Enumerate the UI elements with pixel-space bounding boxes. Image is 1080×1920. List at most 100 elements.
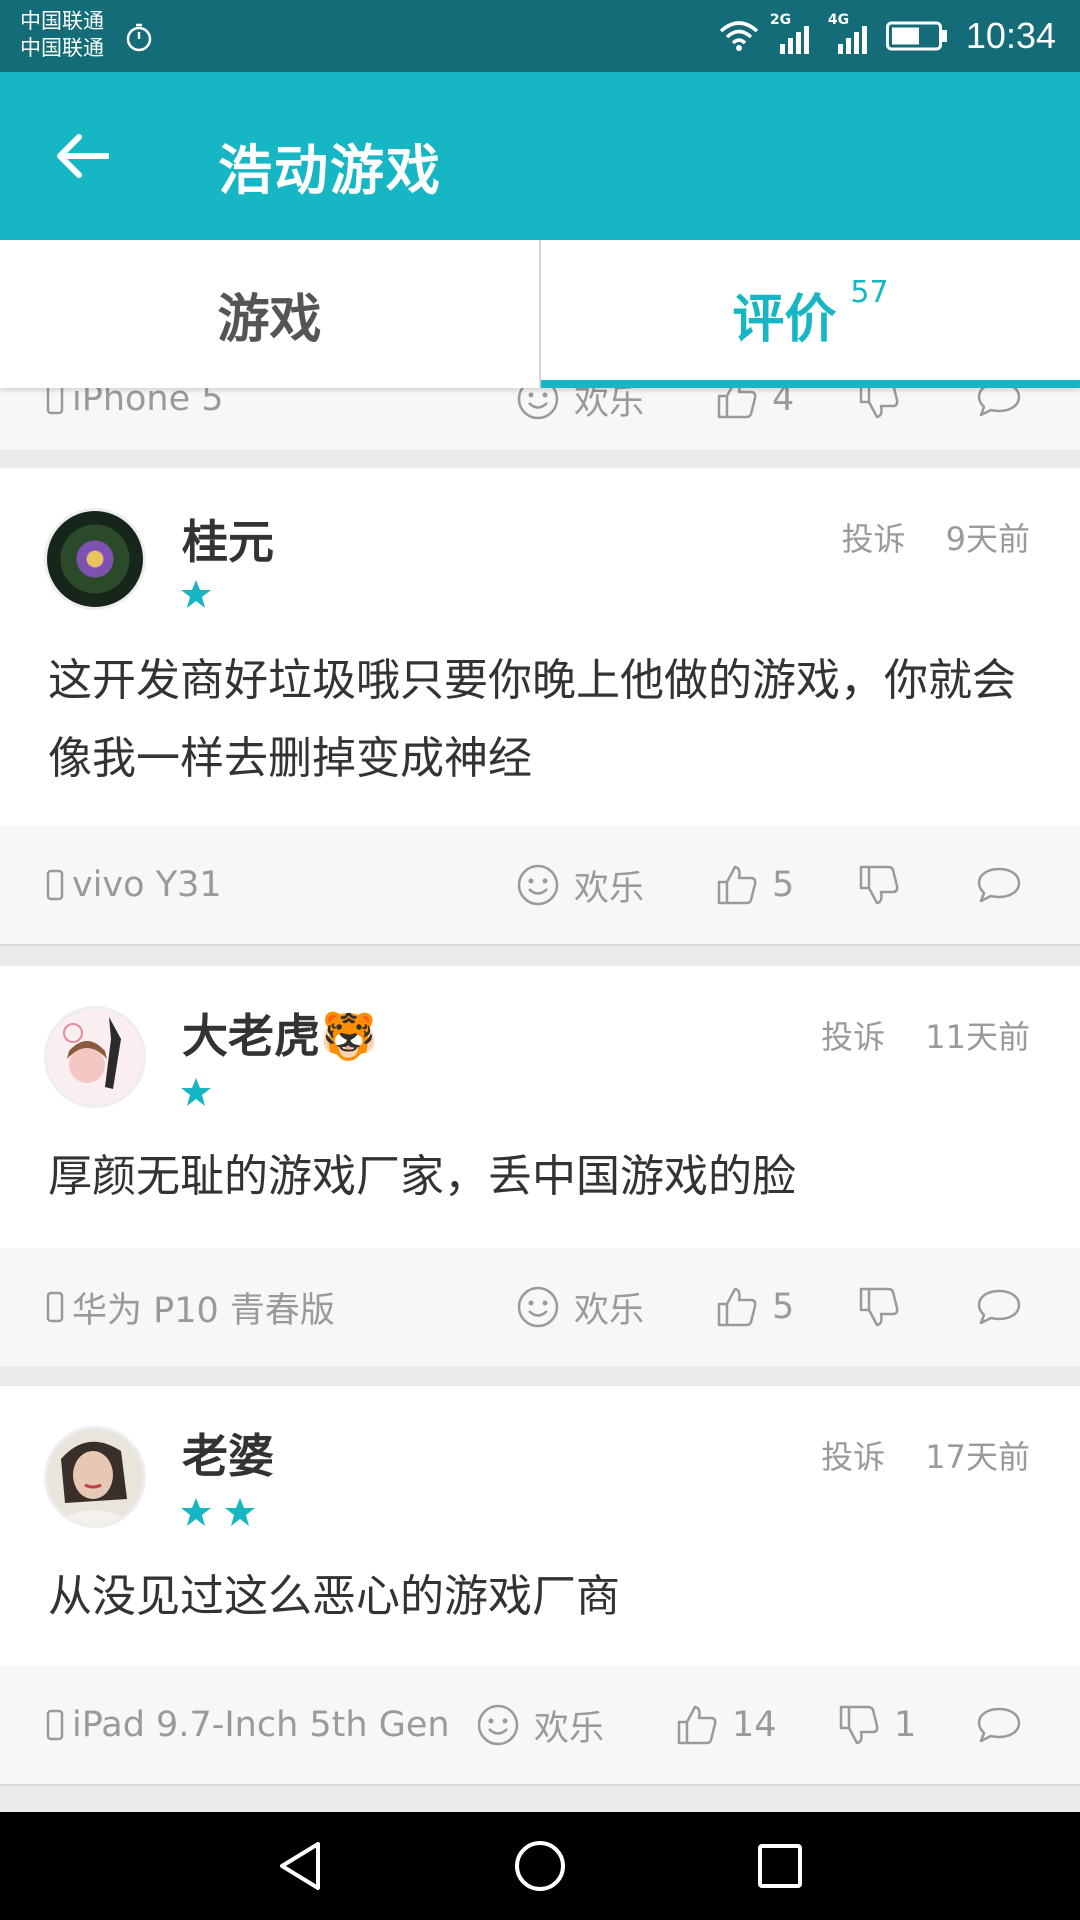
report-link[interactable]: 投诉 — [821, 1438, 885, 1476]
carrier-1: 中国联通 — [20, 9, 104, 33]
circle-home-icon — [515, 1841, 565, 1891]
star-icon — [181, 1078, 211, 1106]
tab-bar: 游戏 评价 57 — [0, 240, 1080, 388]
report-link[interactable]: 投诉 — [821, 1018, 885, 1056]
avatar[interactable] — [44, 1006, 146, 1108]
review-card: 大老虎🐯 投诉 11天前 厚颜无耻的游戏厂家，丢中国游戏的脸 华为 P10 青春… — [0, 966, 1080, 1366]
like-button[interactable]: 5 — [716, 826, 794, 944]
signal-4g: 4G — [828, 12, 876, 56]
smiley-icon — [517, 1286, 559, 1328]
thumbs-down-icon — [859, 865, 899, 905]
clock: 10:34 — [965, 15, 1056, 56]
review-footer: 华为 P10 青春版 欢乐 5 — [0, 1248, 1080, 1366]
square-recents-icon — [758, 1844, 802, 1888]
signal-bars-icon — [837, 26, 867, 54]
review-footer: vivo Y31 欢乐 5 — [0, 826, 1080, 944]
like-button[interactable]: 5 — [716, 1248, 794, 1366]
thumbs-down-icon — [859, 1287, 899, 1327]
nav-home-button[interactable] — [510, 1836, 570, 1896]
tab-indicator — [541, 380, 1080, 388]
mood-tag: 欢乐 — [476, 1666, 604, 1784]
like-button[interactable]: 4 — [716, 388, 794, 450]
carrier-labels: 中国联通 中国联通 — [20, 8, 104, 62]
review-card: 老婆 投诉 17天前 从没见过这么恶心的游戏厂商 iPad 9.7-Inch 5… — [0, 1386, 1080, 1786]
speech-bubble-icon — [977, 1289, 1021, 1325]
review-meta: 投诉 9天前 — [841, 514, 1030, 560]
tab-games[interactable]: 游戏 — [0, 240, 539, 388]
nav-recents-button[interactable] — [750, 1836, 810, 1896]
device-info: 华为 P10 青春版 — [46, 1248, 335, 1366]
review-footer: iPhone 5 欢乐 4 — [0, 388, 1080, 450]
tab-label: 评价 — [732, 289, 837, 350]
like-count: 14 — [732, 1705, 777, 1745]
wifi-icon — [719, 21, 759, 51]
review-footer: iPad 9.7-Inch 5th Gen 欢乐 14 1 — [0, 1666, 1080, 1784]
dislike-count: 1 — [894, 1705, 917, 1745]
comment-button[interactable] — [976, 1666, 1022, 1784]
device-info: vivo Y31 — [46, 826, 222, 944]
thumbs-up-icon — [717, 388, 757, 419]
like-button[interactable]: 14 — [676, 1666, 777, 1784]
phone-icon — [46, 1709, 64, 1741]
dislike-button[interactable]: 1 — [838, 1666, 916, 1784]
flower-icon — [87, 551, 103, 567]
anime-girl-icon — [63, 1017, 121, 1089]
like-count: 5 — [772, 865, 795, 905]
reviewer-name[interactable]: 桂元 — [182, 506, 274, 572]
rating-stars — [180, 1076, 212, 1108]
mood-label: 欢乐 — [574, 1290, 645, 1331]
mood-label: 欢乐 — [574, 388, 645, 423]
phone-icon — [46, 388, 64, 415]
like-count: 5 — [772, 1287, 795, 1327]
device-name: vivo Y31 — [72, 865, 222, 905]
smiley-icon — [517, 388, 559, 420]
nav-back-button[interactable] — [270, 1836, 330, 1896]
mood-label: 欢乐 — [534, 1708, 605, 1749]
arrow-left-icon — [57, 134, 109, 178]
reviewer-name-emoji: 🐯 — [320, 1009, 378, 1063]
comment-button[interactable] — [976, 388, 1022, 450]
reviewer-name-text: 桂元 — [182, 515, 274, 569]
speech-bubble-icon — [977, 1707, 1021, 1743]
review-count-badge: 57 — [850, 274, 889, 310]
thumbs-up-icon — [717, 1287, 757, 1327]
comment-button[interactable] — [976, 1248, 1022, 1366]
like-count: 4 — [772, 388, 795, 419]
stopwatch-icon — [126, 23, 152, 52]
review-content: 从没见过这么恶心的游戏厂商 — [48, 1571, 620, 1622]
avatar[interactable] — [44, 1426, 146, 1528]
comment-button[interactable] — [976, 826, 1022, 944]
device-name: iPad 9.7-Inch 5th Gen — [72, 1705, 450, 1745]
review-time: 11天前 — [925, 1018, 1030, 1056]
reviewer-name[interactable]: 大老虎🐯 — [182, 1000, 377, 1066]
tab-reviews[interactable]: 评价 57 — [539, 240, 1080, 388]
smiley-icon — [477, 1704, 519, 1746]
avatar[interactable] — [44, 508, 146, 610]
review-content: 厚颜无耻的游戏厂家，丢中国游戏的脸 — [48, 1151, 796, 1202]
system-nav-bar — [0, 1812, 1080, 1920]
thumbs-up-icon — [717, 865, 757, 905]
review-meta: 投诉 11天前 — [821, 1012, 1030, 1058]
dislike-button[interactable] — [858, 388, 900, 450]
thumbs-down-icon — [859, 388, 899, 419]
tab-label: 游戏 — [217, 289, 322, 350]
rating-stars — [180, 578, 212, 610]
star-icon — [181, 580, 211, 608]
dislike-button[interactable] — [858, 1248, 914, 1366]
mood-tag: 欢乐 — [516, 388, 644, 450]
speech-bubble-icon — [977, 388, 1021, 417]
reviewer-name-text: 老婆 — [182, 1429, 274, 1483]
carrier-2: 中国联通 — [20, 36, 104, 60]
report-link[interactable]: 投诉 — [841, 520, 905, 558]
reviewer-name[interactable]: 老婆 — [182, 1420, 274, 1486]
signal-2g: 2G — [770, 12, 818, 56]
device-name: 华为 P10 青春版 — [72, 1290, 335, 1331]
review-content: 这开发商好垃圾哦只要你晚上他做的游戏，你就会像我一样去删掉变成神经 — [48, 655, 1016, 784]
back-button[interactable] — [44, 118, 120, 194]
device-info: iPhone 5 — [46, 388, 224, 450]
review-time: 9天前 — [945, 520, 1030, 558]
partial-review-footer: iPhone 5 欢乐 4 — [0, 388, 1080, 450]
phone-icon — [46, 869, 64, 901]
star-icon — [181, 1498, 211, 1526]
dislike-button[interactable] — [858, 826, 914, 944]
